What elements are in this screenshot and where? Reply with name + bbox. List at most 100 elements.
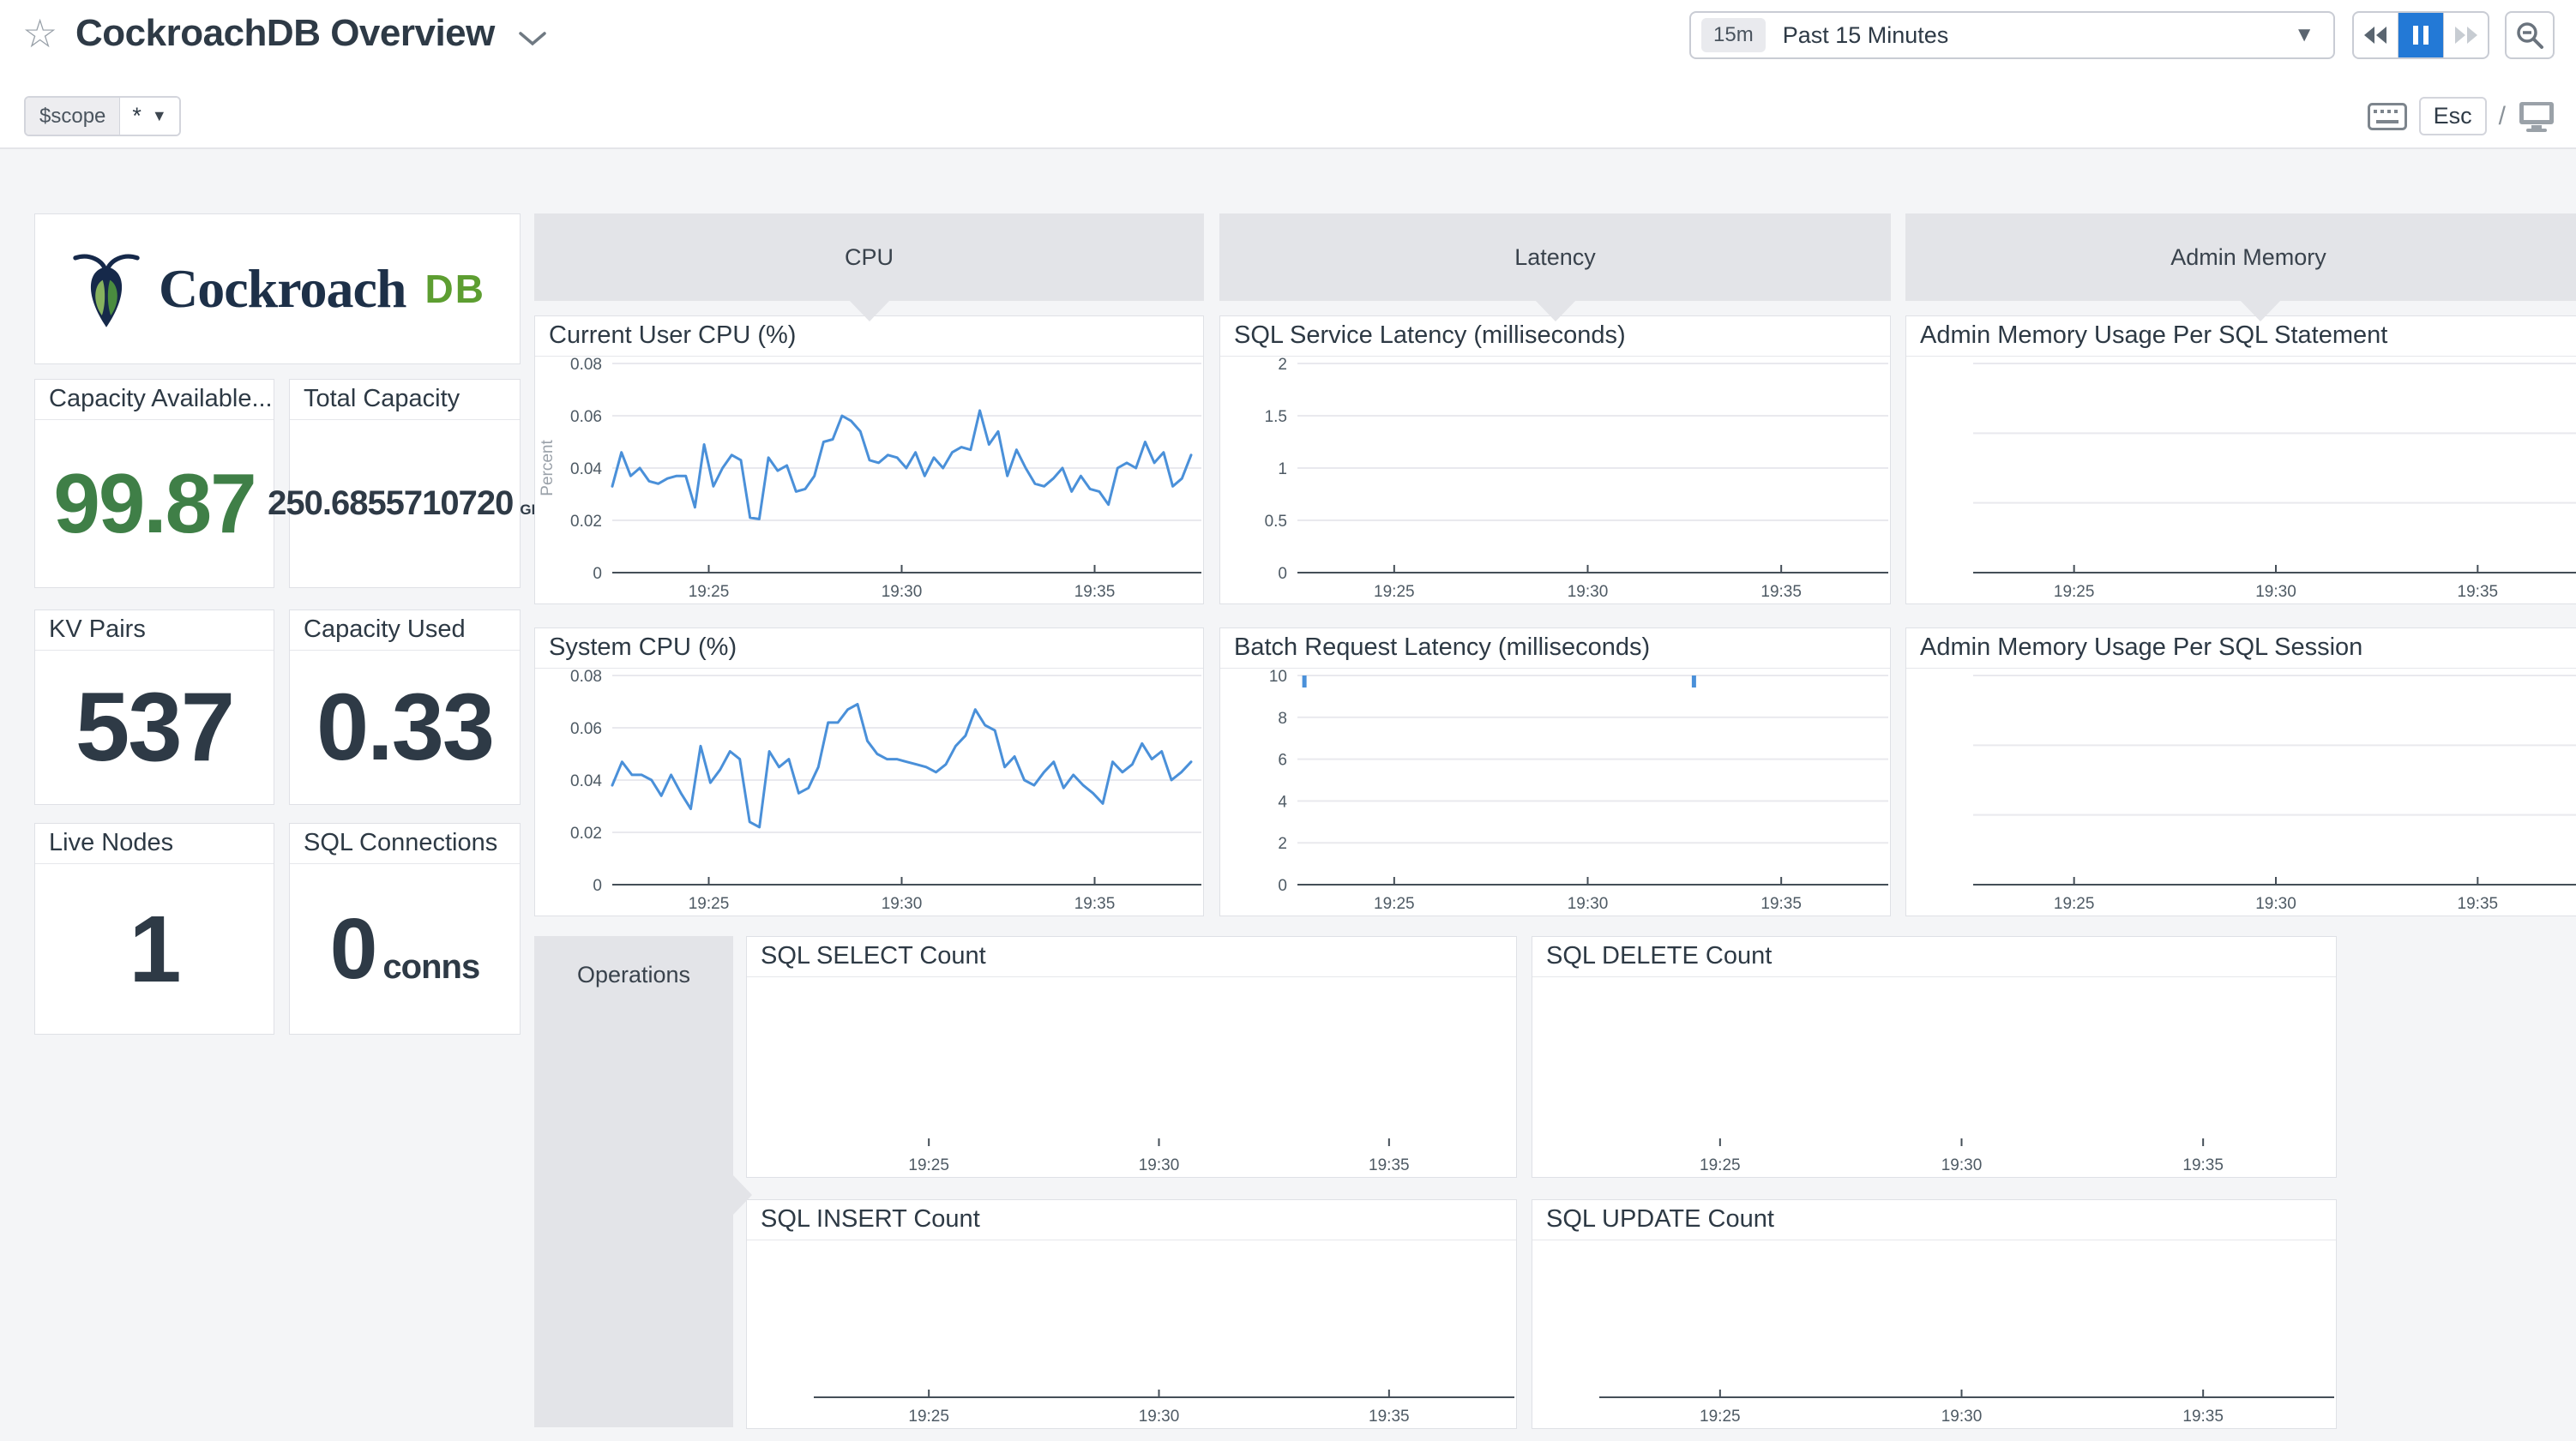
- scope-var-value-dropdown[interactable]: * ▼: [120, 98, 178, 135]
- chart-plot-area[interactable]: 00.511.5219:2519:3019:35: [1220, 357, 1890, 603]
- time-shift-controls: [2352, 11, 2489, 59]
- chart-plot-area[interactable]: 19:2519:3019:35: [1906, 357, 2576, 603]
- svg-text:19:35: 19:35: [1760, 583, 1802, 601]
- chart-title: SQL INSERT Count: [747, 1200, 1516, 1240]
- shortcut-hint-bar: Esc /: [2368, 96, 2555, 136]
- svg-text:0.04: 0.04: [570, 772, 602, 790]
- stat-kv-pairs[interactable]: KV Pairs 537: [34, 609, 274, 805]
- chart-admin-memory-per-session[interactable]: Admin Memory Usage Per SQL Session 19:25…: [1905, 627, 2576, 916]
- svg-text:19:25: 19:25: [908, 1408, 949, 1426]
- group-notch: [849, 300, 890, 321]
- stat-unit: conns: [382, 948, 479, 987]
- svg-text:19:25: 19:25: [2054, 583, 2095, 601]
- chart-plot-area[interactable]: 00.020.040.060.0819:2519:3019:35: [535, 669, 1203, 916]
- svg-text:0.02: 0.02: [570, 825, 602, 843]
- chart-plot-area[interactable]: 00.020.040.060.0819:2519:3019:35Percent: [535, 357, 1203, 603]
- svg-text:2: 2: [1278, 357, 1287, 374]
- chart-plot-area[interactable]: 19:2519:3019:35: [1906, 669, 2576, 916]
- stat-live-nodes[interactable]: Live Nodes 1: [34, 823, 274, 1035]
- svg-text:0: 0: [593, 565, 602, 583]
- template-variable-scope[interactable]: $scope * ▼: [24, 96, 181, 136]
- stat-total-capacity[interactable]: Total Capacity 250.6855710720 GB: [289, 379, 521, 588]
- zoom-out-button[interactable]: [2505, 11, 2555, 59]
- stat-value: 250.6855710720: [268, 484, 513, 523]
- cockroachdb-logo: Cockroach DB: [69, 246, 485, 332]
- svg-text:19:30: 19:30: [1139, 1156, 1180, 1174]
- svg-text:19:25: 19:25: [1374, 895, 1415, 913]
- svg-text:19:35: 19:35: [1369, 1408, 1410, 1426]
- forward-button[interactable]: [2444, 13, 2488, 57]
- stat-sql-connections[interactable]: SQL Connections 0 conns: [289, 823, 521, 1035]
- svg-text:0.08: 0.08: [570, 357, 602, 374]
- chart-system-cpu[interactable]: System CPU (%) 00.020.040.060.0819:2519:…: [534, 627, 1204, 916]
- svg-text:19:30: 19:30: [1941, 1156, 1983, 1174]
- chart-batch-request-latency[interactable]: Batch Request Latency (milliseconds) 024…: [1219, 627, 1891, 916]
- esc-key-button[interactable]: Esc: [2419, 97, 2487, 135]
- svg-text:0: 0: [1278, 877, 1287, 895]
- rewind-button[interactable]: [2354, 13, 2398, 57]
- group-label: CPU: [845, 244, 894, 271]
- svg-text:10: 10: [1269, 669, 1287, 686]
- group-header-latency[interactable]: Latency: [1219, 213, 1891, 301]
- group-header-cpu[interactable]: CPU: [534, 213, 1204, 301]
- group-label: Latency: [1514, 244, 1596, 271]
- group-label: Operations: [534, 962, 733, 988]
- group-header-admin-memory[interactable]: Admin Memory: [1905, 213, 2576, 301]
- group-notch: [1535, 300, 1576, 321]
- svg-text:0: 0: [593, 877, 602, 895]
- cockroachdb-logo-widget[interactable]: Cockroach DB: [34, 213, 521, 364]
- svg-text:0.08: 0.08: [570, 669, 602, 686]
- chart-sql-delete-count[interactable]: SQL DELETE Count 19:2519:3019:35: [1532, 936, 2337, 1178]
- chart-plot-area[interactable]: 19:2519:3019:35: [1532, 1240, 2336, 1428]
- chart-title: SQL UPDATE Count: [1532, 1200, 2336, 1240]
- stat-title: Total Capacity: [290, 380, 520, 420]
- group-notch: [2240, 300, 2281, 321]
- time-range-label: Past 15 Minutes: [1783, 22, 1949, 49]
- svg-text:19:35: 19:35: [1760, 895, 1802, 913]
- group-label: Admin Memory: [2170, 244, 2326, 271]
- svg-text:19:30: 19:30: [882, 583, 923, 601]
- chart-plot-area[interactable]: 19:2519:3019:35: [1532, 977, 2336, 1177]
- time-range-badge: 15m: [1701, 18, 1766, 52]
- pause-button[interactable]: [2398, 13, 2443, 57]
- chart-plot-area[interactable]: 19:2519:3019:35: [747, 977, 1516, 1177]
- cockroach-bug-icon: [69, 246, 143, 332]
- svg-text:19:35: 19:35: [1074, 895, 1116, 913]
- stat-capacity-available[interactable]: Capacity Available... 99.87: [34, 379, 274, 588]
- chart-sql-insert-count[interactable]: SQL INSERT Count 19:2519:3019:35: [746, 1199, 1517, 1429]
- stat-title: SQL Connections: [290, 824, 520, 864]
- shortcut-separator: /: [2499, 102, 2506, 131]
- title-chevron-down-icon[interactable]: [518, 31, 547, 48]
- svg-text:19:25: 19:25: [2054, 895, 2095, 913]
- time-range-selector[interactable]: 15m Past 15 Minutes ▼: [1689, 11, 2335, 59]
- group-header-operations[interactable]: Operations: [534, 936, 733, 1427]
- scope-caret-icon: ▼: [152, 107, 167, 125]
- svg-text:0: 0: [1278, 565, 1287, 583]
- logo-wordmark: Cockroach: [159, 257, 406, 321]
- svg-text:8: 8: [1278, 710, 1287, 728]
- chart-sql-select-count[interactable]: SQL SELECT Count 19:2519:3019:35: [746, 936, 1517, 1178]
- stat-capacity-used[interactable]: Capacity Used 0.33: [289, 609, 521, 805]
- svg-text:0.5: 0.5: [1265, 513, 1287, 531]
- tv-mode-icon[interactable]: [2518, 100, 2555, 133]
- stat-title: KV Pairs: [35, 610, 274, 651]
- chart-sql-update-count[interactable]: SQL UPDATE Count 19:2519:3019:35: [1532, 1199, 2337, 1429]
- chart-title: SQL SELECT Count: [747, 937, 1516, 977]
- chart-admin-memory-per-statement[interactable]: Admin Memory Usage Per SQL Statement 19:…: [1905, 315, 2576, 604]
- chart-sql-service-latency[interactable]: SQL Service Latency (milliseconds) 00.51…: [1219, 315, 1891, 604]
- svg-text:19:30: 19:30: [2255, 895, 2296, 913]
- chart-plot-area[interactable]: 024681019:2519:3019:35: [1220, 669, 1890, 916]
- stat-value: 537: [75, 671, 233, 784]
- favorite-star-icon[interactable]: ☆: [22, 14, 57, 53]
- keyboard-icon[interactable]: [2368, 103, 2407, 130]
- chart-title: SQL DELETE Count: [1532, 937, 2336, 977]
- svg-text:19:25: 19:25: [689, 583, 730, 601]
- svg-text:19:25: 19:25: [689, 895, 730, 913]
- stat-value: 0.33: [316, 673, 493, 782]
- stat-value: 1: [129, 895, 179, 1004]
- chart-current-user-cpu[interactable]: Current User CPU (%) 00.020.040.060.0819…: [534, 315, 1204, 604]
- scope-var-value: *: [132, 103, 141, 129]
- chart-plot-area[interactable]: 19:2519:3019:35: [747, 1240, 1516, 1428]
- stat-title: Capacity Available...: [35, 380, 274, 420]
- stat-value: 0: [330, 900, 376, 999]
